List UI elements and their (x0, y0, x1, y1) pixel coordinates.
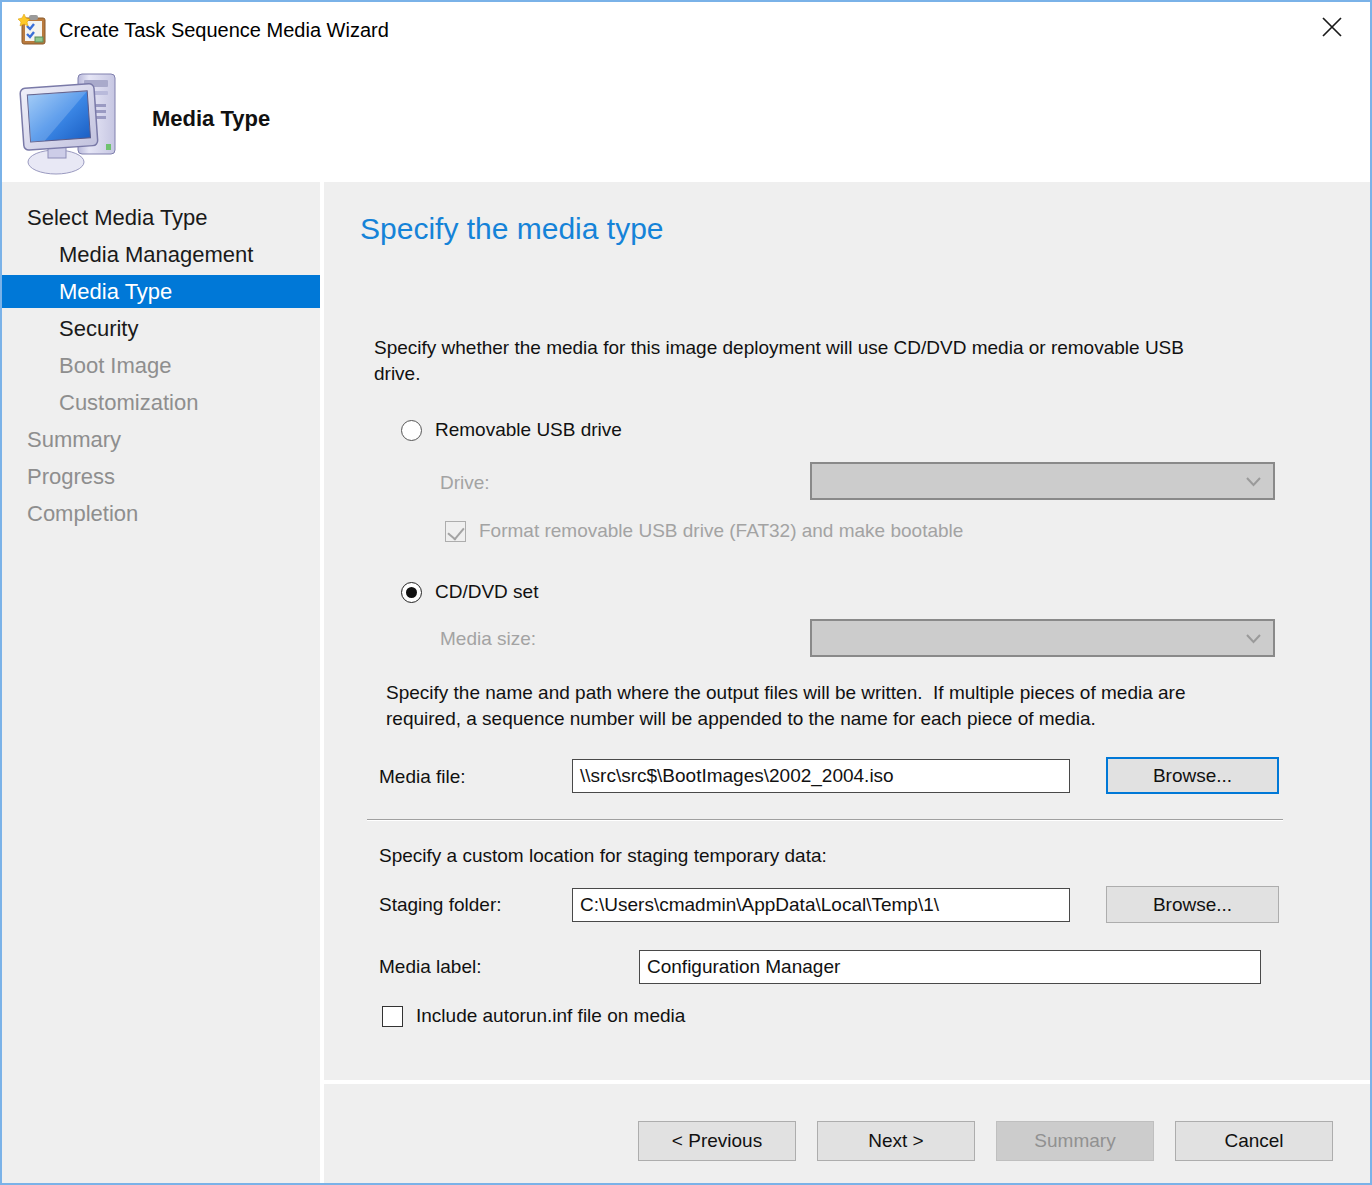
sidebar-step-select-media-type: Select Media Type (2, 201, 320, 234)
titlebar: Create Task Sequence Media Wizard (2, 2, 1370, 58)
wizard-page-content: Specify the media type Specify whether t… (324, 182, 1370, 1080)
format-usb-option: Format removable USB drive (FAT32) and m… (445, 520, 963, 542)
output-files-text: Specify the name and path where the outp… (386, 680, 1216, 732)
media-size-dropdown (810, 619, 1275, 657)
sidebar-step-media-management: Media Management (2, 238, 320, 271)
task-sequence-icon (18, 14, 49, 46)
sidebar-step-progress: Progress (2, 460, 320, 493)
browse-staging-button[interactable]: Browse... (1106, 886, 1279, 923)
autorun-label: Include autorun.inf file on media (416, 1005, 685, 1027)
chevron-down-icon (1246, 477, 1261, 487)
media-label-input[interactable]: Configuration Manager (639, 950, 1261, 984)
content-heading: Specify the media type (360, 212, 664, 246)
summary-button: Summary (996, 1121, 1154, 1161)
cancel-button[interactable]: Cancel (1175, 1121, 1333, 1161)
previous-button[interactable]: < Previous (638, 1121, 796, 1161)
cd-dvd-radio[interactable] (401, 582, 422, 603)
wizard-steps-sidebar: Select Media Type Media Management Media T… (2, 182, 320, 1183)
sidebar-step-boot-image: Boot Image (2, 349, 320, 382)
window-title: Create Task Sequence Media Wizard (59, 19, 389, 42)
wizard-header: Media Type (2, 58, 1370, 182)
intro-text: Specify whether the media for this image… (374, 335, 1224, 387)
page-title: Media Type (152, 106, 270, 132)
staging-text: Specify a custom location for staging te… (379, 843, 827, 869)
media-size-label: Media size: (440, 628, 536, 650)
wizard-window: Create Task Sequence Media Wizard (0, 0, 1372, 1185)
sidebar-step-completion: Completion (2, 497, 320, 530)
sidebar-step-media-type: Media Type (2, 275, 320, 308)
staging-folder-label: Staging folder: (379, 894, 502, 916)
usb-radio-option[interactable]: Removable USB drive (401, 419, 622, 441)
sidebar-step-security: Security (2, 312, 320, 345)
computer-icon (16, 60, 130, 176)
footer-buttonbar: < Previous Next > Summary Cancel (324, 1084, 1370, 1183)
usb-radio[interactable] (401, 420, 422, 441)
sidebar-step-summary: Summary (2, 423, 320, 456)
cd-dvd-radio-option[interactable]: CD/DVD set (401, 581, 538, 603)
autorun-checkbox[interactable] (382, 1006, 403, 1027)
media-file-label: Media file: (379, 766, 466, 788)
format-usb-label: Format removable USB drive (FAT32) and m… (479, 520, 963, 542)
drive-label: Drive: (440, 472, 490, 494)
media-label-label: Media label: (379, 956, 481, 978)
close-icon (1318, 13, 1346, 41)
autorun-option[interactable]: Include autorun.inf file on media (382, 1005, 685, 1027)
next-button[interactable]: Next > (817, 1121, 975, 1161)
format-usb-checkbox (445, 521, 466, 542)
usb-radio-label: Removable USB drive (435, 419, 622, 441)
staging-folder-input[interactable]: C:\Users\cmadmin\AppData\Local\Temp\1\ (572, 888, 1070, 922)
browse-media-file-button[interactable]: Browse... (1106, 757, 1279, 794)
drive-dropdown (810, 462, 1275, 500)
close-button[interactable] (1302, 2, 1362, 52)
sidebar-step-customization: Customization (2, 386, 320, 419)
cd-dvd-radio-label: CD/DVD set (435, 581, 538, 603)
media-file-input[interactable]: \\src\src$\BootImages\2002_2004.iso (572, 759, 1070, 793)
section-divider (367, 819, 1283, 821)
chevron-down-icon (1246, 634, 1261, 644)
